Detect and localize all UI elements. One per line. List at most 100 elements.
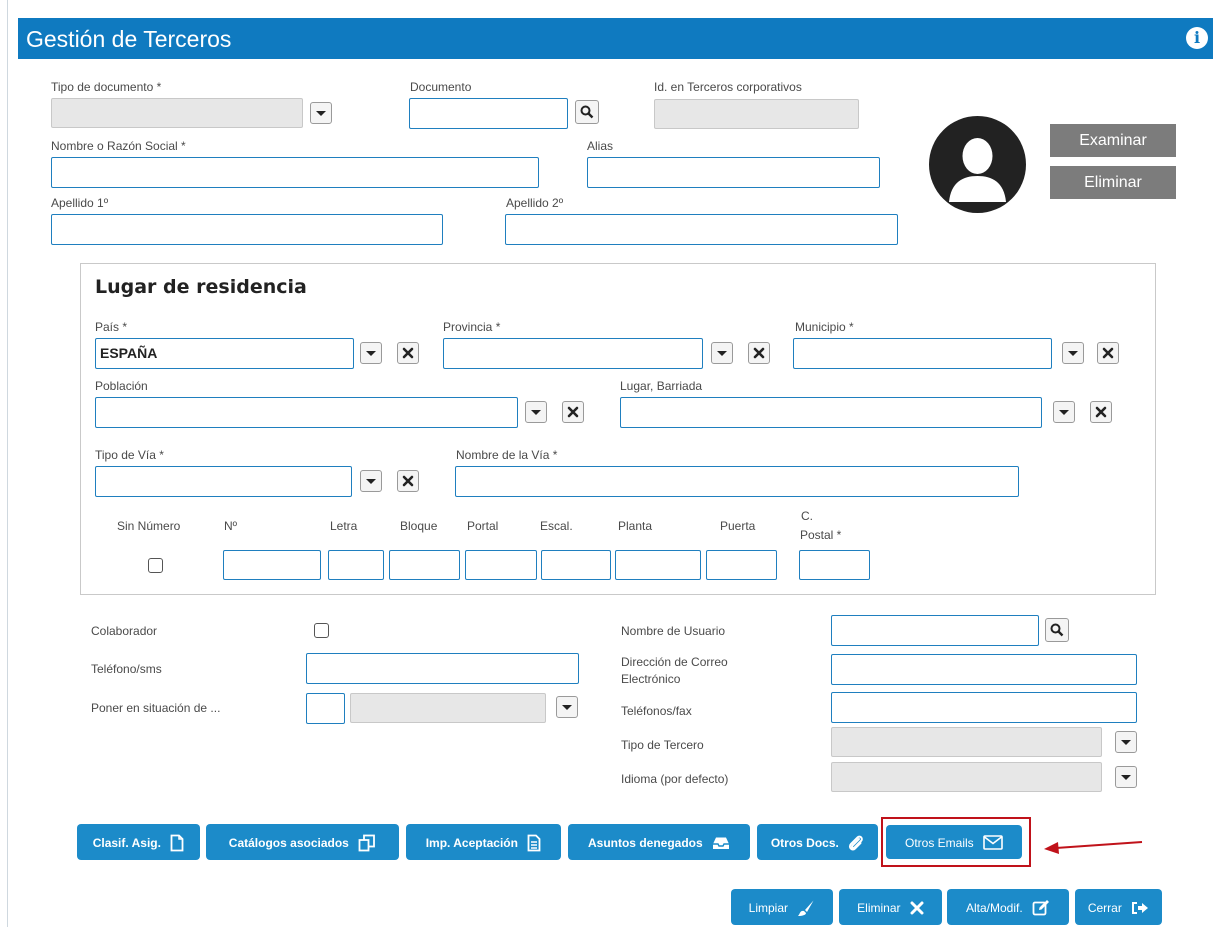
tipo-tercero-dropdown-button[interactable] — [1115, 731, 1137, 753]
puerta-input[interactable] — [706, 550, 777, 580]
nombre-input[interactable] — [51, 157, 539, 188]
apellido2-input[interactable] — [505, 214, 898, 245]
telefono-label: Teléfono/sms — [91, 662, 162, 676]
colaborador-checkbox[interactable] — [314, 623, 329, 638]
letra-input[interactable] — [328, 550, 384, 580]
escalera-input[interactable] — [541, 550, 611, 580]
imp-aceptacion-button[interactable]: Imp. Aceptación — [406, 824, 561, 860]
usuario-input[interactable] — [831, 615, 1039, 646]
avatar — [929, 116, 1026, 213]
tipo-via-input[interactable] — [95, 466, 352, 497]
tipo-tercero-label: Tipo de Tercero — [621, 738, 704, 752]
user-silhouette-icon — [949, 138, 1006, 202]
municipio-input[interactable] — [793, 338, 1052, 369]
cerrar-button[interactable]: Cerrar — [1075, 889, 1162, 925]
otros-docs-button[interactable]: Otros Docs. — [757, 824, 878, 860]
eliminar-button[interactable]: Eliminar — [839, 889, 942, 925]
lugar-dropdown-button[interactable] — [1053, 401, 1075, 423]
close-icon — [1095, 406, 1107, 418]
pais-label: País * — [95, 320, 128, 334]
copy-files-icon — [358, 834, 376, 852]
cpostal-input[interactable] — [799, 550, 870, 580]
poblacion-dropdown-button[interactable] — [525, 401, 547, 423]
planta-input[interactable] — [615, 550, 701, 580]
lugar-label: Lugar, Barriada — [620, 379, 703, 393]
alias-input[interactable] — [587, 157, 880, 188]
municipio-clear-button[interactable] — [1097, 342, 1119, 364]
numero-label: Nº — [224, 519, 238, 533]
tipo-tercero-select[interactable] — [831, 727, 1102, 757]
bloque-label: Bloque — [400, 519, 438, 533]
page-title: Gestión de Terceros — [26, 26, 232, 52]
documento-label: Documento — [410, 80, 472, 94]
eliminar-label: Eliminar — [857, 900, 901, 915]
situacion-dropdown-button[interactable] — [556, 696, 578, 718]
sin-numero-label: Sin Número — [117, 519, 181, 533]
numero-input[interactable] — [223, 550, 321, 580]
info-icon[interactable]: i — [1186, 27, 1208, 49]
provincia-input[interactable] — [443, 338, 703, 369]
asuntos-denegados-label: Asuntos denegados — [587, 835, 703, 850]
tipo-via-dropdown-button[interactable] — [360, 470, 382, 492]
poblacion-input[interactable] — [95, 397, 518, 428]
correo-label-line1: Dirección de Correo — [621, 655, 728, 669]
poblacion-label: Población — [95, 379, 148, 393]
close-icon — [402, 475, 414, 487]
provincia-label: Provincia * — [443, 320, 501, 334]
telefono-input[interactable] — [306, 653, 579, 684]
letra-label: Letra — [330, 519, 358, 533]
tipo-documento-label: Tipo de documento * — [51, 80, 162, 94]
lugar-clear-button[interactable] — [1090, 401, 1112, 423]
tipo-via-clear-button[interactable] — [397, 470, 419, 492]
idioma-dropdown-button[interactable] — [1115, 766, 1137, 788]
situacion-code-input[interactable] — [306, 693, 345, 724]
documento-input[interactable] — [409, 98, 568, 129]
residencia-title: Lugar de residencia — [95, 276, 307, 298]
nombre-via-input[interactable] — [455, 466, 1019, 497]
clasif-asig-button[interactable]: Clasif. Asig. — [77, 824, 200, 860]
idioma-select[interactable] — [831, 762, 1102, 792]
edit-icon — [1032, 899, 1050, 916]
portal-input[interactable] — [465, 550, 537, 580]
provincia-dropdown-button[interactable] — [711, 342, 733, 364]
provincia-clear-button[interactable] — [748, 342, 770, 364]
pais-clear-button[interactable] — [397, 342, 419, 364]
municipio-dropdown-button[interactable] — [1062, 342, 1084, 364]
portal-label: Portal — [467, 519, 499, 533]
limpiar-button[interactable]: Limpiar — [731, 889, 833, 925]
correo-label-line2: Electrónico — [621, 672, 681, 686]
catalogos-asociados-button[interactable]: Catálogos asociados — [206, 824, 399, 860]
planta-label: Planta — [618, 519, 653, 533]
poblacion-clear-button[interactable] — [562, 401, 584, 423]
nombre-label: Nombre o Razón Social * — [51, 139, 186, 153]
usuario-search-button[interactable] — [1045, 618, 1069, 642]
file-text-icon — [527, 834, 541, 852]
alta-modif-label: Alta/Modif. — [965, 900, 1023, 915]
pais-dropdown-button[interactable] — [360, 342, 382, 364]
pais-input[interactable]: ESPAÑA — [95, 338, 354, 369]
correo-input[interactable] — [831, 654, 1137, 685]
otros-emails-highlight-box — [881, 817, 1031, 867]
examinar-button[interactable]: Examinar — [1050, 124, 1176, 157]
search-icon — [580, 105, 594, 119]
limpiar-label: Limpiar — [748, 900, 788, 915]
apellido1-label: Apellido 1º — [51, 196, 109, 210]
red-arrow-annotation — [1044, 841, 1143, 854]
paintbrush-icon — [798, 900, 814, 916]
cpostal-label-line1: C. — [801, 509, 813, 523]
asuntos-denegados-button[interactable]: Asuntos denegados — [568, 824, 750, 860]
lugar-input[interactable] — [620, 397, 1042, 428]
bloque-input[interactable] — [389, 550, 460, 580]
apellido1-input[interactable] — [51, 214, 443, 245]
close-icon — [753, 347, 765, 359]
tipo-documento-dropdown-button[interactable] — [310, 102, 332, 124]
telefonos-fax-input[interactable] — [831, 692, 1137, 723]
alta-modif-button[interactable]: Alta/Modif. — [947, 889, 1069, 925]
sin-numero-checkbox[interactable] — [148, 558, 163, 573]
tipo-documento-select[interactable] — [51, 98, 303, 128]
id-terceros-label: Id. en Terceros corporativos — [654, 80, 802, 94]
situacion-select[interactable] — [350, 693, 546, 723]
close-icon — [1102, 347, 1114, 359]
documento-search-button[interactable] — [575, 100, 599, 124]
eliminar-photo-button[interactable]: Eliminar — [1050, 166, 1176, 199]
